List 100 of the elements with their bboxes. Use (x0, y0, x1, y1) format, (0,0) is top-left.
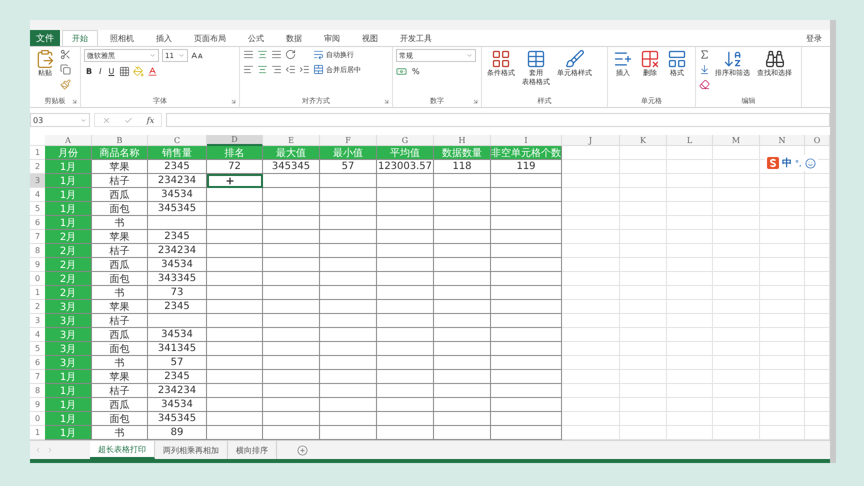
align-center-icon[interactable] (257, 64, 268, 75)
column-header[interactable]: F (320, 135, 377, 146)
column-header[interactable]: G (377, 135, 434, 146)
row-header[interactable]: 1 (30, 286, 45, 300)
indent-decrease-icon[interactable] (285, 64, 296, 75)
launcher-icon[interactable] (472, 98, 479, 105)
row-header[interactable]: 9 (30, 398, 45, 412)
launcher-icon[interactable] (383, 98, 390, 105)
border-icon[interactable] (119, 66, 130, 77)
row-header[interactable]: 8 (30, 244, 45, 258)
ime-logo-icon[interactable] (767, 157, 779, 169)
table-cell: 118 (434, 160, 491, 174)
header-cell: 最小值 (320, 146, 377, 160)
table-cell: 西瓜 (92, 258, 148, 272)
row-header[interactable]: 3 (30, 174, 45, 188)
column-header[interactable]: K (620, 135, 667, 146)
row-header[interactable]: 9 (30, 258, 45, 272)
row-header[interactable]: 2 (30, 300, 45, 314)
row-header[interactable]: 1 (30, 426, 45, 440)
ime-punctuation[interactable]: °, (795, 158, 802, 168)
percent-button[interactable]: % (410, 67, 422, 76)
header-cell: 商品名称 (92, 146, 148, 160)
panel-icon (667, 49, 687, 69)
column-header[interactable]: E (263, 135, 320, 146)
underline-button[interactable]: U (106, 67, 116, 76)
table-cell: 345345 (263, 160, 320, 174)
column-header[interactable]: O (805, 135, 830, 146)
table-cell: 3月 (45, 300, 92, 314)
launcher-icon[interactable] (230, 98, 237, 105)
fill-color-icon[interactable] (133, 66, 144, 77)
sheet-tab[interactable]: 超长表格打印 (90, 441, 155, 459)
launcher-icon[interactable] (71, 98, 78, 105)
table-cell: 3月 (45, 356, 92, 370)
currency-icon[interactable] (396, 66, 407, 77)
file-tab[interactable]: 文件 (30, 30, 60, 46)
bold-button[interactable]: B (84, 67, 94, 76)
sign-in-link[interactable]: 登录 (798, 30, 830, 46)
row-header[interactable]: 5 (30, 202, 45, 216)
column-header[interactable]: B (92, 135, 148, 146)
fill-down-icon[interactable] (699, 64, 710, 75)
table-cell: 89 (148, 426, 207, 440)
name-box[interactable]: 03 (30, 113, 90, 127)
italic-button[interactable]: I (97, 67, 104, 76)
table-cell: 面包 (92, 272, 148, 286)
function-label[interactable]: fx (146, 116, 154, 124)
eraser-icon[interactable] (699, 79, 710, 90)
row-header[interactable]: 7 (30, 230, 45, 244)
align-top-icon[interactable] (243, 49, 254, 60)
align-right-icon[interactable] (271, 64, 282, 75)
row-header[interactable]: 2 (30, 160, 45, 174)
column-header[interactable]: H (434, 135, 491, 146)
row-header[interactable]: 8 (30, 384, 45, 398)
check-icon[interactable] (124, 116, 134, 124)
column-header[interactable]: I (491, 135, 562, 146)
column-header[interactable]: C (148, 135, 207, 146)
table-cell: 73 (148, 286, 207, 300)
row-header[interactable]: 7 (30, 370, 45, 384)
column-header[interactable]: D (207, 135, 263, 146)
align-left-icon[interactable] (243, 64, 254, 75)
row-header[interactable]: 3 (30, 314, 45, 328)
row-header[interactable]: 0 (30, 412, 45, 426)
row-header[interactable]: 5 (30, 342, 45, 356)
row-header[interactable]: 4 (30, 328, 45, 342)
ribbon-tab[interactable]: 开始 (62, 30, 98, 46)
row-header[interactable]: 6 (30, 216, 45, 230)
table-cell: 234234 (148, 244, 207, 258)
align-middle-icon[interactable] (257, 49, 268, 60)
indent-increase-icon[interactable] (299, 64, 310, 75)
format-painter-icon[interactable] (60, 79, 71, 90)
row-header[interactable]: 1 (30, 146, 45, 160)
column-header[interactable]: N (760, 135, 805, 146)
orientation-icon[interactable] (285, 49, 296, 60)
header-cell: 销售量 (148, 146, 207, 160)
selected-cell[interactable] (207, 174, 263, 188)
table-cell: 2月 (45, 258, 92, 272)
align-bottom-icon[interactable] (271, 49, 282, 60)
table-cell: 34534 (148, 188, 207, 202)
smiley-icon[interactable] (804, 158, 816, 168)
column-header[interactable]: L (667, 135, 713, 146)
row-header[interactable]: 4 (30, 188, 45, 202)
row-header[interactable]: 6 (30, 356, 45, 370)
font-color-icon[interactable] (147, 66, 158, 77)
table-cell: 西瓜 (92, 188, 148, 202)
clipboard-icon (35, 49, 55, 69)
table-cell: 桔子 (92, 384, 148, 398)
cut-icon[interactable] (60, 49, 71, 60)
table-cell: 123003.57 (377, 160, 434, 174)
formula-input[interactable] (166, 113, 830, 127)
add-sheet-icon[interactable] (297, 444, 308, 456)
ime-mode[interactable]: 中 (782, 156, 792, 170)
column-header[interactable]: A (45, 135, 92, 146)
font-size-icon[interactable] (191, 50, 203, 62)
table-cell: 234234 (148, 174, 207, 188)
dropdown-icon (466, 52, 473, 59)
table-cell: 2月 (45, 230, 92, 244)
column-header[interactable]: M (713, 135, 760, 146)
copy-icon[interactable] (60, 64, 71, 75)
row-header[interactable]: 0 (30, 272, 45, 286)
sum-icon[interactable] (699, 49, 710, 60)
column-header[interactable]: J (562, 135, 620, 146)
